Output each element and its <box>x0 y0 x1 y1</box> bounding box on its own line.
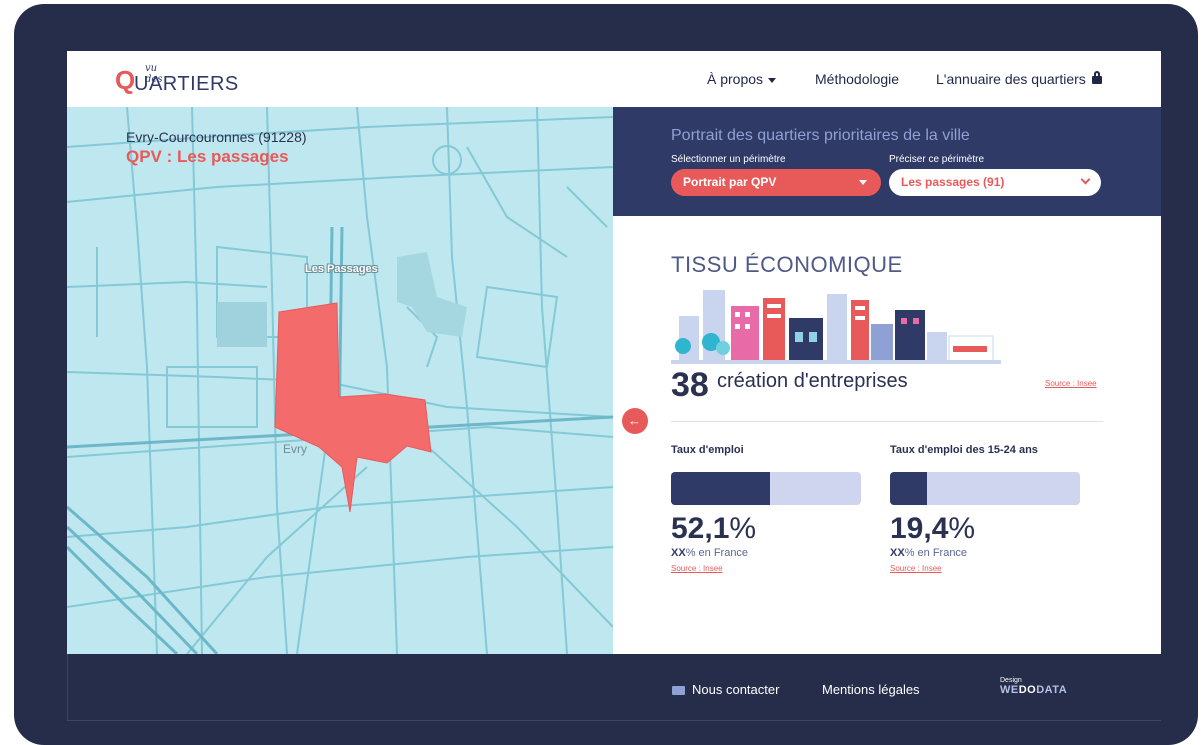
progress-fill <box>890 472 927 505</box>
contact-link[interactable]: Nous contacter <box>672 682 779 697</box>
perimeter-detail-select[interactable]: Les passages (91) <box>889 169 1101 196</box>
select2-label: Préciser ce périmètre <box>889 154 985 165</box>
nav-about[interactable]: À propos <box>707 71 777 87</box>
logo-rest: UARTIERS <box>134 73 239 95</box>
city-skyline-illustration <box>671 290 1001 364</box>
metric-label: Taux d'emploi des 15-24 ans <box>890 444 1038 456</box>
design-credit[interactable]: Design WEDODATA <box>1000 677 1067 696</box>
perimeter-detail-select-value: Les passages (91) <box>901 175 1005 189</box>
section-title: TISSU ÉCONOMIQUE <box>671 252 903 277</box>
content-panel: TISSU ÉCONOMIQUE 38 création d'entrepris… <box>613 216 1161 654</box>
divider <box>671 421 1103 422</box>
perimeter-select-value: Portrait par QPV <box>683 175 777 189</box>
map-label-passages: Les Passages <box>305 263 378 275</box>
legal-link[interactable]: Mentions légales <box>822 682 920 697</box>
lock-icon <box>1091 71 1102 85</box>
progress-bar <box>890 472 1080 505</box>
perimeter-select[interactable]: Portrait par QPV <box>671 169 881 196</box>
creation-count: 38 <box>671 366 709 404</box>
metric-value: 52,1% <box>671 512 757 545</box>
collapse-panel-button[interactable]: ← <box>622 408 648 434</box>
mail-icon <box>672 686 685 696</box>
map[interactable]: Evry-Courcouronnes (91228) QPV : Les pas… <box>67 107 613 654</box>
progress-fill <box>671 472 770 505</box>
creation-label: création d'entreprises <box>717 370 908 392</box>
caret-down-icon <box>768 77 777 83</box>
map-label-evry: Evry <box>283 442 307 456</box>
metric-source-link[interactable]: Source : Insee <box>890 564 1080 573</box>
creation-source-link[interactable]: Source : Insee <box>1045 379 1097 388</box>
header: Q vu des UARTIERS À propos Méthodologie … <box>67 51 1161 107</box>
chevron-down-icon <box>1080 174 1091 185</box>
metric-label: Taux d'emploi <box>671 444 744 456</box>
select1-label: Sélectionner un périmètre <box>671 154 786 165</box>
metric-source-link[interactable]: Source : Insee <box>671 564 861 573</box>
map-qpv-title: QPV : Les passages <box>126 147 289 166</box>
panel-title: Portrait des quartiers prioritaires de l… <box>671 127 970 144</box>
map-streets <box>67 107 613 654</box>
metric-france: XX% en France <box>890 547 968 559</box>
nav-methodology[interactable]: Méthodologie <box>815 71 899 87</box>
caret-down-icon <box>859 180 867 185</box>
metric-value: 19,4% <box>890 512 976 545</box>
map-city: Evry-Courcouronnes (91228) <box>126 129 307 145</box>
footer: Nous contacter Mentions légales Design W… <box>67 654 1161 721</box>
metric-youth-employment: Taux d'emploi des 15-24 ans 19,4% XX% en… <box>890 444 1080 573</box>
progress-bar <box>671 472 861 505</box>
qpv-polygon <box>274 302 432 513</box>
arrow-left-icon: ← <box>628 413 641 428</box>
logo-initial: Q <box>115 65 136 95</box>
metric-employment: Taux d'emploi 52,1% XX% en France Source… <box>671 444 861 573</box>
metric-france: XX% en France <box>671 547 749 559</box>
nav-directory[interactable]: L'annuaire des quartiers <box>936 71 1102 87</box>
app-screen: Q vu des UARTIERS À propos Méthodologie … <box>67 51 1161 721</box>
selector-band: Portrait des quartiers prioritaires de l… <box>613 107 1161 216</box>
